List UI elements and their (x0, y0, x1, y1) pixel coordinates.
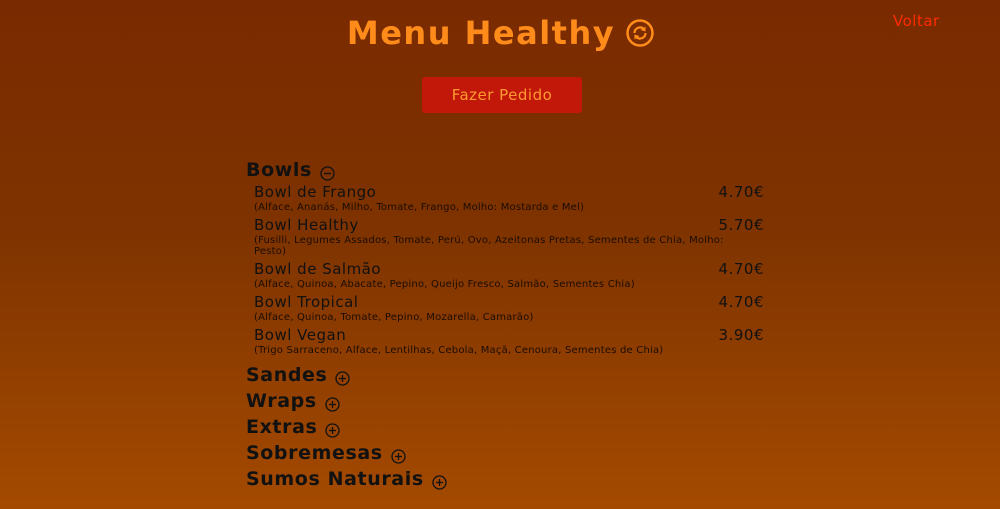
item-price: 5.70€ (718, 216, 764, 234)
item-name: Bowl Vegan (254, 326, 347, 344)
plus-circle-icon[interactable] (432, 473, 447, 490)
item-price: 4.70€ (718, 293, 764, 311)
refresh-icon[interactable] (625, 18, 655, 48)
plus-circle-icon[interactable] (325, 421, 341, 438)
item-row: Bowl de Frango 4.70€ (254, 183, 766, 201)
item-list: Bowl de Frango 4.70€ (Alface, Ananás, Milh… (246, 183, 766, 356)
menu-item[interactable]: Bowl de Frango 4.70€ (Alface, Ananás, Milh… (254, 183, 766, 213)
item-price: 3.90€ (718, 326, 764, 344)
page-title: Menu Healthy (346, 14, 616, 52)
category-3: Extras (246, 414, 766, 440)
category-name: Sandes (246, 364, 328, 386)
item-description: (Trigo Sarraceno, Alface, Lentilhas, Ceb… (254, 345, 664, 356)
item-description: (Alface, Ananás, Milho, Tomate, Frango, … (254, 202, 585, 213)
item-row: Bowl de Salmão 4.70€ (254, 260, 766, 278)
category-toggle[interactable]: Sobremesas (246, 440, 766, 466)
category-toggle[interactable]: Sandes (246, 362, 766, 388)
item-description: (Fusilli, Legumes Assados, Tomate, Perú,… (254, 235, 724, 257)
category-0: Bowls Bowl de Frango 4.70€ (Alface, Ananás,… (246, 157, 766, 356)
category-toggle[interactable]: Wraps (246, 388, 766, 414)
item-price: 4.70€ (718, 183, 764, 201)
item-row: Bowl Tropical 4.70€ (254, 293, 766, 311)
order-button[interactable]: Fazer Pedido (422, 77, 582, 113)
category-name: Sumos Naturais (246, 468, 424, 490)
menu-list: Bowls Bowl de Frango 4.70€ (Alface, Ananás,… (246, 157, 766, 492)
category-name: Sobremesas (246, 442, 383, 464)
item-row: Bowl Healthy 5.70€ (254, 216, 766, 234)
category-name: Wraps (246, 390, 317, 412)
menu-item[interactable]: Bowl Healthy 5.70€ (Fusilli, Legumes Assad… (254, 216, 766, 257)
category-toggle[interactable]: Sumos Naturais (246, 466, 766, 492)
category-toggle[interactable]: Extras (246, 414, 766, 440)
item-description: (Alface, Quinoa, Tomate, Pepino, Mozarel… (254, 312, 534, 323)
item-name: Bowl de Frango (254, 183, 377, 201)
plus-circle-icon[interactable] (391, 447, 406, 464)
item-name: Bowl Healthy (254, 216, 359, 234)
item-name: Bowl Tropical (254, 293, 359, 311)
item-row: Bowl Vegan 3.90€ (254, 326, 766, 344)
category-2: Wraps (246, 388, 766, 414)
category-1: Sandes (246, 362, 766, 388)
menu-item[interactable]: Bowl Vegan 3.90€ (Trigo Sarraceno, Alface,… (254, 326, 766, 356)
category-4: Sobremesas (246, 440, 766, 466)
menu-item[interactable]: Bowl Tropical 4.70€ (Alface, Quinoa, Tomat… (254, 293, 766, 323)
menu-item[interactable]: Bowl de Salmão 4.70€ (Alface, Quinoa, Abac… (254, 260, 766, 290)
category-5: Sumos Naturais (246, 466, 766, 492)
item-description: (Alface, Quinoa, Abacate, Pepino, Queijo… (254, 279, 635, 290)
category-name: Extras (246, 416, 318, 438)
category-toggle[interactable]: Bowls (246, 157, 766, 183)
minus-circle-icon[interactable] (320, 164, 335, 181)
item-name: Bowl de Salmão (254, 260, 382, 278)
page-header: Menu Healthy (0, 14, 1000, 52)
title-wrap: Menu Healthy (347, 14, 655, 52)
category-name: Bowls (246, 159, 312, 181)
plus-circle-icon[interactable] (325, 395, 340, 412)
plus-circle-icon[interactable] (335, 369, 351, 386)
item-price: 4.70€ (718, 260, 764, 278)
